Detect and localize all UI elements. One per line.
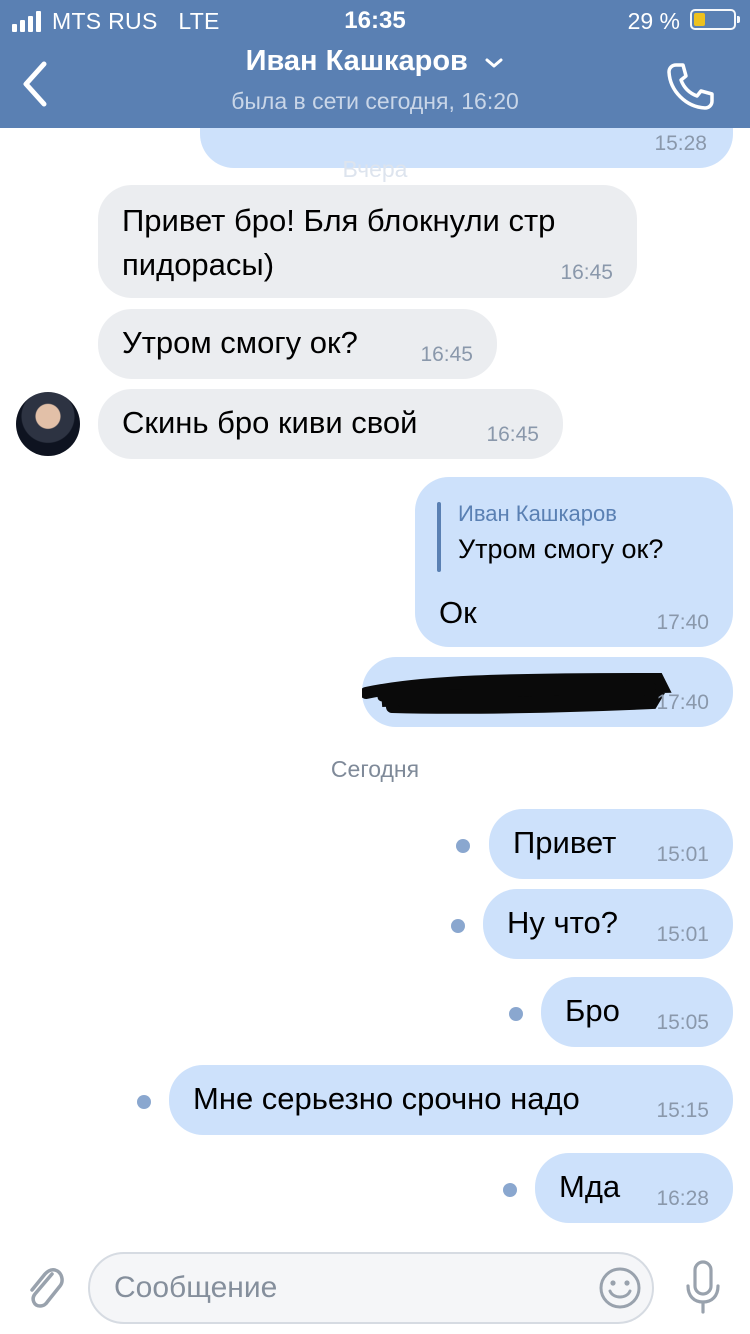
quote-author: Иван Кашкаров (458, 501, 617, 526)
unread-indicator (456, 839, 470, 853)
message-time: 15:01 (656, 843, 709, 866)
message-time: 16:45 (486, 423, 539, 446)
message-time: 15:01 (656, 923, 709, 946)
battery-percent: 29 % (627, 8, 680, 34)
contact-avatar[interactable] (16, 392, 80, 456)
message-bubble-out[interactable]: Бро 15:05 (541, 977, 733, 1047)
contact-name: Иван Кашкаров (245, 45, 468, 77)
message-time: 16:45 (420, 343, 473, 366)
date-separator-yesterday: Вчера (342, 156, 408, 182)
message-bubble-out[interactable]: Мда 16:28 (535, 1153, 733, 1223)
message-bubble-in[interactable]: Утром смогу ок? 16:45 (98, 309, 497, 379)
message-text: Ок (439, 595, 477, 630)
mic-icon[interactable] (680, 1258, 726, 1318)
message-bubble-out[interactable]: Мне серьезно срочно надо 15:15 (169, 1065, 733, 1135)
message-text: Скинь бро киви свой (122, 405, 418, 440)
message-text-line2: пидорасы) (122, 247, 275, 282)
message-input[interactable]: Сообщение (88, 1252, 654, 1324)
quote-bar (437, 502, 441, 572)
message-text: Ну что? (507, 905, 618, 940)
message-bubble-in[interactable]: Скинь бро киви свой 16:45 (98, 389, 563, 459)
message-time: 15:28 (654, 132, 707, 155)
smile-icon[interactable] (598, 1266, 642, 1310)
message-bubble-out-redacted[interactable]: 17:40 (362, 657, 733, 727)
message-text: Мда (559, 1169, 621, 1204)
message-time: 17:40 (656, 611, 709, 634)
unread-indicator (509, 1007, 523, 1021)
message-bubble-out[interactable]: Привет 15:01 (489, 809, 733, 879)
message-bubble-in[interactable]: Привет бро! Бля блокнули стр пидорасы) 1… (98, 185, 637, 298)
date-separator-today: Сегодня (330, 756, 420, 782)
last-seen: была в сети сегодня, 16:20 (231, 88, 519, 114)
message-time: 16:28 (656, 1187, 709, 1210)
message-time: 15:15 (656, 1099, 709, 1122)
unread-indicator (451, 919, 465, 933)
unread-indicator (503, 1183, 517, 1197)
message-text: Бро (565, 993, 620, 1028)
message-composer: Сообщение (0, 1240, 750, 1334)
message-text: Утром смогу ок? (122, 325, 358, 360)
contact-title[interactable]: Иван Кашкаров (0, 45, 750, 78)
message-time: 15:05 (656, 1011, 709, 1034)
chat-header: MTS RUS LTE 16:35 29 % Иван Кашкаров был… (0, 0, 750, 128)
attach-icon[interactable] (22, 1260, 66, 1314)
redaction-scribble (362, 672, 672, 714)
quote-text: Утром смогу ок? (458, 534, 664, 564)
message-time: 17:40 (656, 691, 709, 714)
message-text: Мне серьезно срочно надо (193, 1081, 580, 1116)
message-text: Привет (513, 825, 617, 860)
message-bubble-out[interactable]: Ну что? 15:01 (483, 889, 733, 959)
message-text-line1: Привет бро! Бля блокнули стр (122, 203, 556, 238)
battery-icon (690, 9, 740, 30)
chevron-down-icon (485, 58, 503, 68)
status-bar: MTS RUS LTE 16:35 29 % (0, 0, 750, 40)
message-input-placeholder: Сообщение (114, 1271, 278, 1304)
unread-indicator (137, 1095, 151, 1109)
phone-icon[interactable] (664, 60, 716, 112)
message-time: 16:45 (560, 261, 613, 284)
message-list[interactable]: 15:28 Вчера Привет бро! Бля блокнули стр… (0, 128, 750, 1240)
